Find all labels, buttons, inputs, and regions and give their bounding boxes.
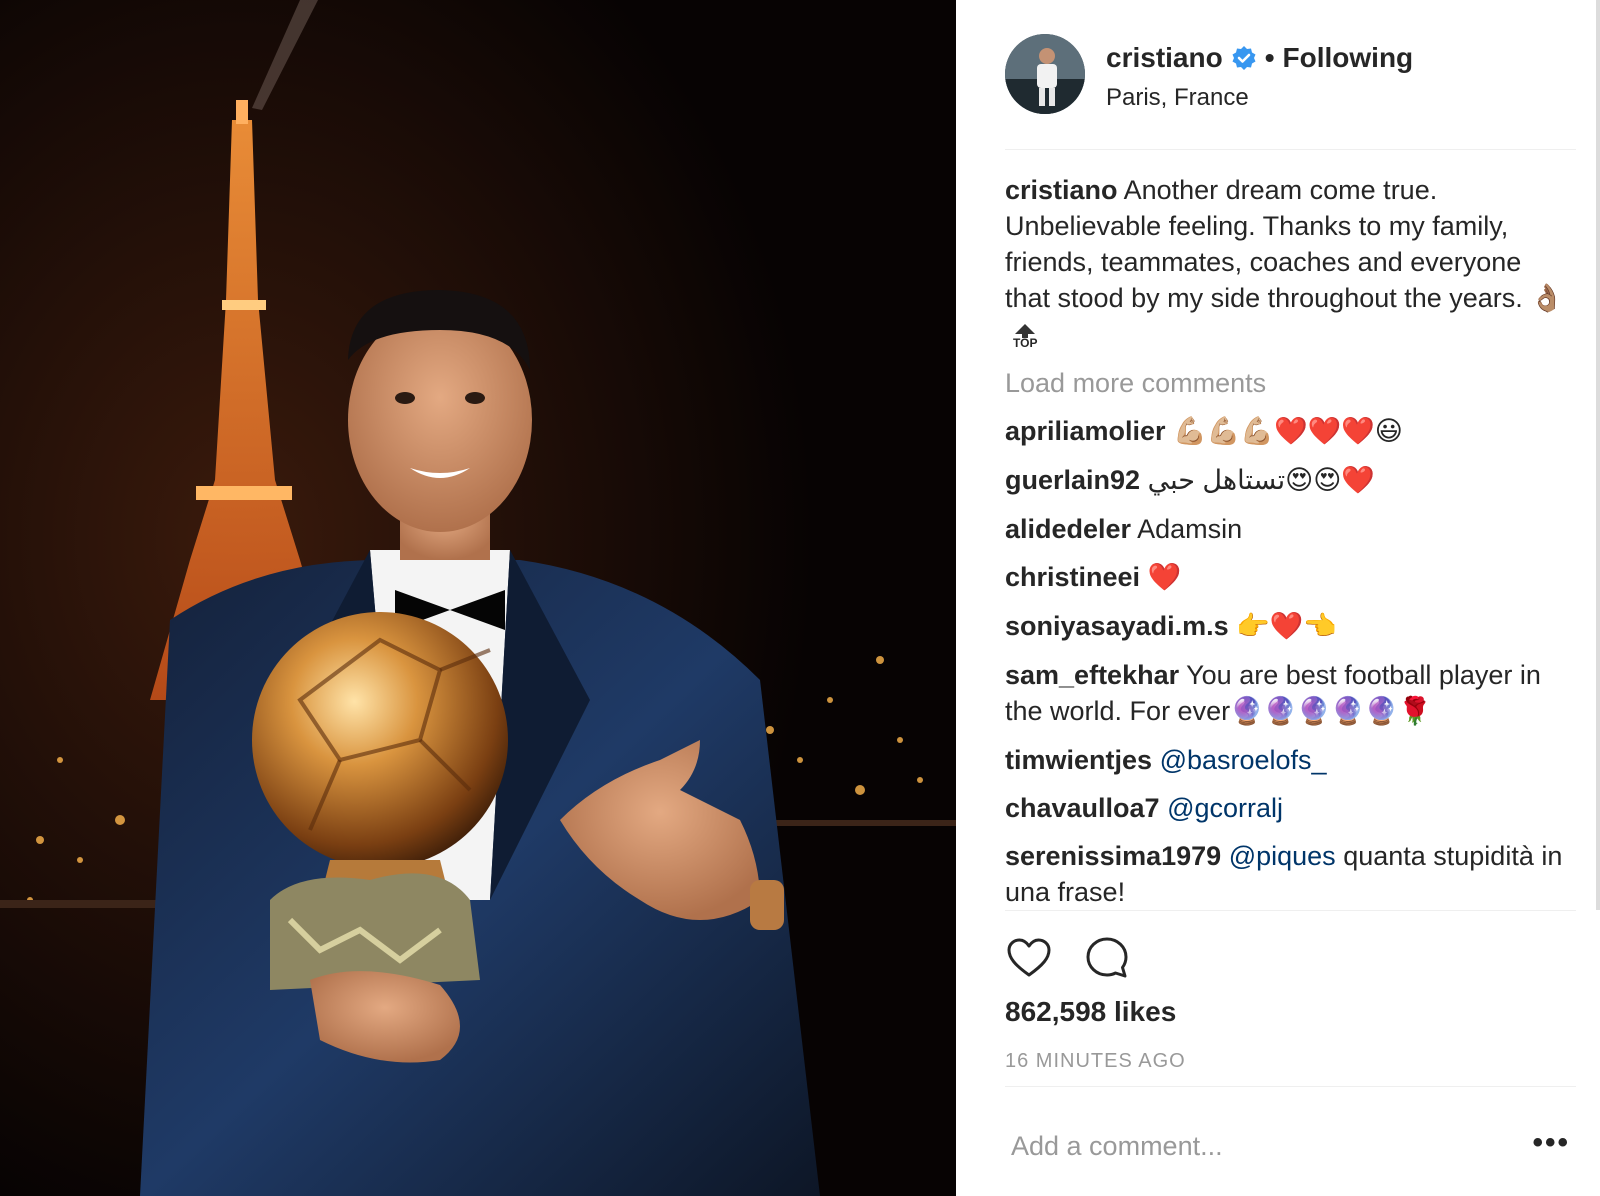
top-label: TOP bbox=[1013, 336, 1038, 351]
heart-icon[interactable] bbox=[1005, 934, 1053, 982]
avatar-image bbox=[1005, 34, 1085, 114]
comment-mention[interactable]: @gcorralj bbox=[1167, 793, 1283, 823]
comment-item: timwientjes @basroelofs_ bbox=[1005, 742, 1566, 778]
avatar[interactable] bbox=[1005, 34, 1085, 114]
comment-text: تستاهل حبي bbox=[1147, 465, 1286, 495]
load-more-comments-button[interactable]: Load more comments bbox=[1005, 365, 1566, 401]
comment-item: guerlain92 تستاهل حبي😍😍❤️ bbox=[1005, 462, 1566, 499]
comment-username[interactable]: christineei bbox=[1005, 562, 1140, 592]
add-comment-input[interactable] bbox=[1009, 1125, 1513, 1167]
comment-item: chavaulloa7 @gcorralj bbox=[1005, 790, 1566, 826]
comment-username[interactable]: apriliamolier bbox=[1005, 416, 1166, 446]
comment-emoji: 🔮🔮🔮🔮🔮🌹 bbox=[1230, 696, 1432, 727]
comment-username[interactable]: timwientjes bbox=[1005, 745, 1152, 775]
caption: cristiano Another dream come true. Unbel… bbox=[1005, 172, 1566, 353]
top-arrow-icon: TOP bbox=[1013, 324, 1037, 349]
likes-count[interactable]: 862,598 likes bbox=[1005, 996, 1176, 1028]
comment-item: alidedeler Adamsin bbox=[1005, 511, 1566, 547]
comment-item: soniyasayadi.m.s 👉❤️👈 bbox=[1005, 608, 1566, 645]
separator-dot: • bbox=[1264, 42, 1275, 73]
comment-item: sam_eftekhar You are best football playe… bbox=[1005, 657, 1566, 730]
comments-scrollbar[interactable] bbox=[1596, 0, 1600, 910]
caption-username[interactable]: cristiano bbox=[1005, 175, 1118, 205]
comment-username[interactable]: serenissima1979 bbox=[1005, 841, 1221, 871]
comment-username[interactable]: soniyasayadi.m.s bbox=[1005, 611, 1229, 641]
comments-list: cristiano Another dream come true. Unbel… bbox=[1005, 172, 1566, 908]
comment-icon[interactable] bbox=[1083, 934, 1131, 982]
comments-divider bbox=[1005, 910, 1576, 911]
comment-emoji: 💪🏼💪🏼💪🏼❤️❤️❤️😃 bbox=[1173, 416, 1403, 447]
comment-username[interactable]: alidedeler bbox=[1005, 514, 1131, 544]
comment-item: apriliamolier 💪🏼💪🏼💪🏼❤️❤️❤️😃 bbox=[1005, 413, 1566, 450]
comment-username[interactable]: guerlain92 bbox=[1005, 465, 1140, 495]
post-timestamp[interactable]: 16 MINUTES AGO bbox=[1005, 1050, 1186, 1073]
footer-divider bbox=[1005, 1086, 1576, 1087]
comment-emoji: 😍😍❤️ bbox=[1285, 465, 1376, 496]
post-header: cristiano • Following Paris, France bbox=[1005, 34, 1560, 114]
comment-username[interactable]: chavaulloa7 bbox=[1005, 793, 1160, 823]
caption-emoji: 👌🏽 bbox=[1530, 283, 1564, 314]
comment-item: serenissima1979 @piques quanta stupidità… bbox=[1005, 838, 1566, 908]
comment-emoji: 👉❤️👈 bbox=[1236, 611, 1337, 642]
comment-mention[interactable]: @piques bbox=[1229, 841, 1336, 871]
header-divider bbox=[1005, 149, 1576, 150]
comment-item: christineei ❤️ bbox=[1005, 559, 1566, 596]
post-photo-illustration bbox=[0, 0, 956, 1196]
verified-badge-icon bbox=[1231, 45, 1257, 71]
comment-mention[interactable]: @basroelofs_ bbox=[1160, 745, 1327, 775]
post-location[interactable]: Paris, France bbox=[1106, 84, 1249, 112]
post-photo bbox=[0, 0, 956, 1196]
post-details-panel: cristiano • Following Paris, France cris… bbox=[956, 0, 1600, 1196]
more-options-icon[interactable]: ••• bbox=[1532, 1128, 1570, 1158]
comment-username[interactable]: sam_eftekhar bbox=[1005, 660, 1179, 690]
following-button[interactable]: Following bbox=[1283, 42, 1414, 74]
comment-text: Adamsin bbox=[1137, 514, 1243, 544]
post-actions bbox=[1005, 934, 1131, 984]
comment-emoji: ❤️ bbox=[1147, 562, 1182, 593]
post-username[interactable]: cristiano bbox=[1106, 42, 1223, 74]
